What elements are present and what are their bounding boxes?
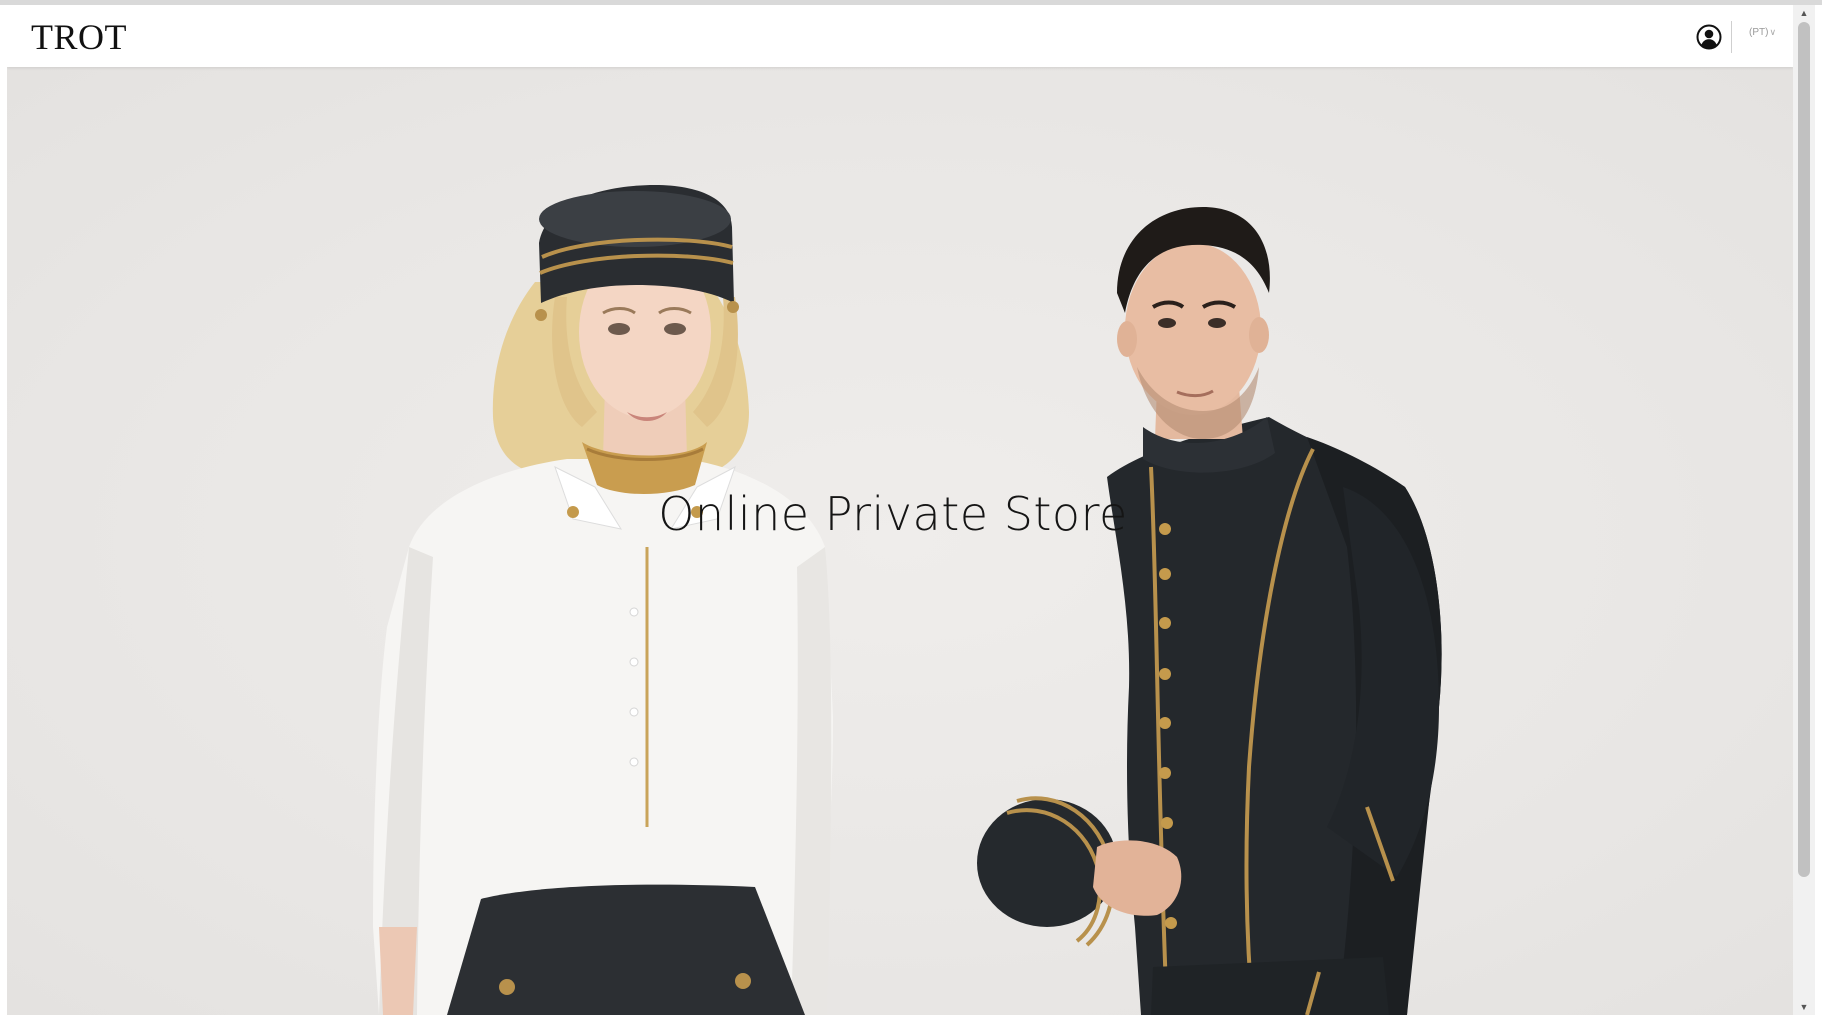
man-figure [977,207,1442,1015]
page: TROT (PT)∨ Online Private Store [7,5,1793,1015]
scroll-up-arrow[interactable]: ▲ [1793,5,1815,21]
site-header: TROT (PT)∨ [7,5,1793,67]
user-circle-icon [1696,24,1722,50]
hero-banner: Online Private Store [7,67,1793,1015]
language-label: (PT) [1749,27,1769,38]
header-divider [1731,21,1732,53]
hero-title: Online Private Store [658,487,1128,541]
scroll-down-arrow[interactable]: ▼ [1793,999,1815,1015]
woman-figure [373,185,833,1015]
language-selector[interactable]: (PT)∨ [1749,28,1776,38]
hero-photo [373,185,1442,1015]
vertical-scrollbar[interactable]: ▲ ▼ [1793,5,1815,1015]
chevron-down-icon: ∨ [1769,27,1777,37]
site-logo[interactable]: TROT [31,19,127,55]
hero-title-wrap: Online Private Store [7,487,1793,541]
browser-viewport: TROT (PT)∨ Online Private Store ▲ ▼ [0,0,1822,1015]
account-button[interactable] [1696,24,1722,50]
scroll-thumb[interactable] [1798,22,1810,877]
